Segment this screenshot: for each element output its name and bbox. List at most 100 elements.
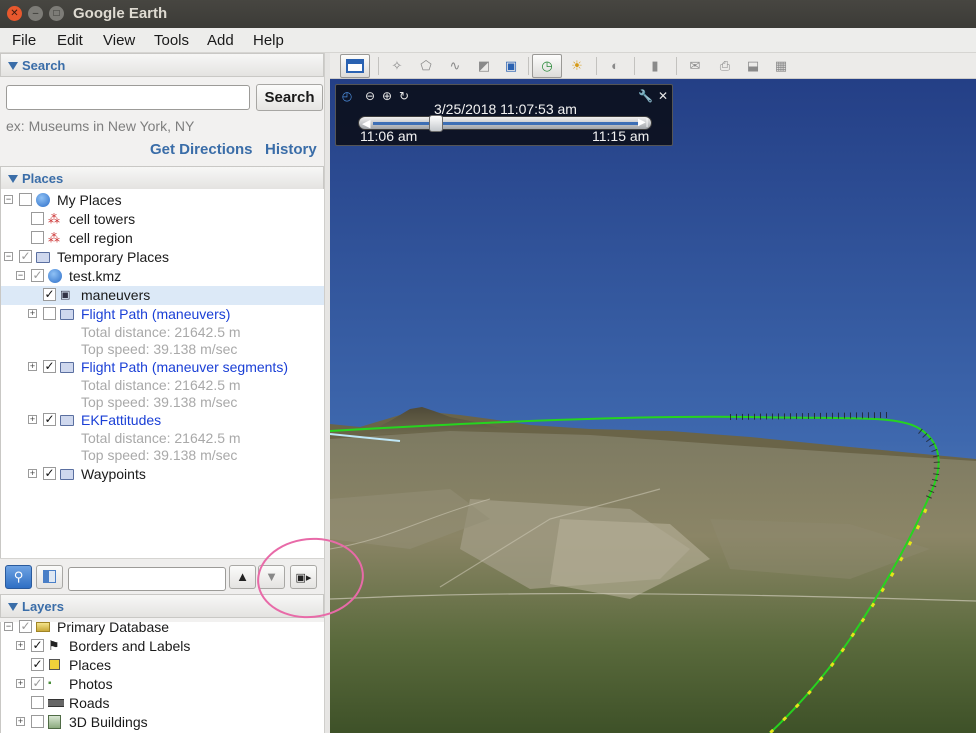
tree-item-waypoints[interactable]: + ✓ Waypoints <box>1 465 325 484</box>
range-end-handle[interactable]: ▶| <box>638 117 648 128</box>
tree-item-flight-path-maneuvers[interactable]: + Flight Path (maneuvers) <box>1 305 325 324</box>
switch-planet-button[interactable]: ◐ <box>600 54 630 78</box>
checkbox[interactable] <box>43 307 56 320</box>
layer-roads[interactable]: Roads <box>1 694 325 713</box>
add-polygon-button[interactable]: ⬠ <box>411 54 441 78</box>
search-places-button[interactable]: ⚲ <box>5 565 32 589</box>
time-slider-thumb[interactable] <box>429 115 444 132</box>
settings-wrench-icon[interactable]: 🔧 <box>638 89 653 103</box>
path-icon: ∿ <box>449 58 461 73</box>
expand-toggle[interactable]: + <box>28 469 37 478</box>
checkbox[interactable]: ✓ <box>43 413 56 426</box>
collapse-toggle[interactable]: − <box>16 271 25 280</box>
tree-item-ekf-attitudes[interactable]: + ✓ EKFattitudes <box>1 411 325 430</box>
tree-item-temporary-places[interactable]: − ✓ Temporary Places <box>1 248 325 267</box>
close-window-button[interactable]: ✕ <box>7 6 22 21</box>
tree-item-cell-towers[interactable]: ⁂ cell towers <box>1 210 325 229</box>
menu-tools[interactable]: Tools <box>154 32 189 49</box>
checkbox[interactable]: ✓ <box>19 250 32 263</box>
checkbox[interactable]: ✓ <box>31 658 44 671</box>
print-icon: ⎙ <box>719 58 731 73</box>
zoom-in-icon[interactable]: ⊕ <box>380 89 394 103</box>
email-button[interactable]: ✉ <box>680 54 710 78</box>
layer-3d-buildings[interactable]: + 3D Buildings <box>1 713 325 732</box>
collapse-toggle[interactable]: − <box>4 622 13 631</box>
maximize-window-button[interactable]: □ <box>49 6 64 21</box>
time-range-end: 11:15 am <box>592 128 650 144</box>
checkbox[interactable] <box>31 212 44 225</box>
get-directions-link[interactable]: Get Directions <box>150 141 253 158</box>
hide-sidebar-button[interactable] <box>340 54 370 78</box>
history-link[interactable]: History <box>265 141 317 158</box>
arrow-up-icon: ▲ <box>236 569 249 584</box>
move-down-button[interactable]: ▼ <box>258 565 285 589</box>
expand-toggle[interactable]: + <box>16 641 25 650</box>
search-hint: ex: Museums in New York, NY <box>6 118 195 134</box>
places-filter-input[interactable] <box>68 567 226 591</box>
menu-edit[interactable]: Edit <box>57 32 83 49</box>
sunlight-button[interactable]: ☀ <box>562 54 592 78</box>
tree-item-cell-region[interactable]: ⁂ cell region <box>1 229 325 248</box>
clock-icon[interactable]: ◴ <box>340 89 354 103</box>
expand-toggle[interactable]: + <box>28 309 37 318</box>
search-button[interactable]: Search <box>256 84 323 111</box>
expand-toggle[interactable]: + <box>16 679 25 688</box>
save-image-button[interactable]: ⬓ <box>738 54 768 78</box>
menu-view[interactable]: View <box>103 32 135 49</box>
checkbox[interactable]: ✓ <box>43 360 56 373</box>
print-button[interactable]: ⎙ <box>710 54 740 78</box>
view-in-maps-button[interactable]: ▦ <box>766 54 796 78</box>
layer-borders-labels[interactable]: + ✓ ⚑ Borders and Labels <box>1 637 325 656</box>
places-panel-title: Places <box>22 171 64 186</box>
checkbox[interactable] <box>31 715 44 728</box>
menu-help[interactable]: Help <box>253 32 284 49</box>
tree-item-maneuvers[interactable]: ✓ ▣ maneuvers <box>1 286 325 305</box>
search-input[interactable] <box>6 85 250 110</box>
animate-icon[interactable]: ↻ <box>397 89 411 103</box>
checkbox[interactable] <box>31 696 44 709</box>
checkbox[interactable] <box>19 193 32 206</box>
tree-item-label: EKFattitudes <box>81 412 162 428</box>
checkbox[interactable]: ✓ <box>43 467 56 480</box>
expand-toggle[interactable]: + <box>28 415 37 424</box>
checkbox[interactable]: ✓ <box>19 620 32 633</box>
checkbox[interactable]: ✓ <box>31 269 44 282</box>
tree-item-test-kmz[interactable]: − ✓ test.kmz <box>1 267 325 286</box>
checkbox[interactable]: ✓ <box>43 288 56 301</box>
expand-toggle[interactable]: + <box>28 362 37 371</box>
ruler-button[interactable]: ▮ <box>640 54 670 78</box>
record-tour-button[interactable]: ▣ <box>496 54 526 78</box>
tree-item-my-places[interactable]: − My Places <box>1 191 325 210</box>
add-placemark-button[interactable]: ✧ <box>382 54 412 78</box>
play-tour-button[interactable]: ▣▸ <box>290 565 317 589</box>
network-icon: ⁂ <box>48 212 60 226</box>
expand-toggle[interactable]: + <box>16 717 25 726</box>
historical-imagery-button[interactable]: ◷ <box>532 54 562 78</box>
collapse-toggle[interactable]: − <box>4 195 13 204</box>
layers-panel-header[interactable]: Layers <box>0 594 324 618</box>
add-image-overlay-button[interactable]: ◩ <box>469 54 499 78</box>
historical-imagery-icon: ◷ <box>541 58 553 73</box>
search-panel-header[interactable]: Search <box>0 53 324 77</box>
minimize-window-button[interactable]: – <box>28 6 43 21</box>
checkbox[interactable]: ✓ <box>31 677 44 690</box>
add-path-button[interactable]: ∿ <box>440 54 470 78</box>
show-sidebar-button[interactable] <box>36 565 63 589</box>
time-slider-panel: ◴ ⊖ ⊕ ↻ 🔧 ✕ 3/25/2018 11:07:53 am ◀ ▶| 1… <box>335 84 673 146</box>
menu-add[interactable]: Add <box>207 32 234 49</box>
collapse-toggle[interactable]: − <box>4 252 13 261</box>
move-up-button[interactable]: ▲ <box>229 565 256 589</box>
places-panel-header[interactable]: Places <box>0 166 324 190</box>
layer-label: Primary Database <box>57 619 170 635</box>
close-icon[interactable]: ✕ <box>656 89 670 103</box>
tree-item-flight-path-segments[interactable]: + ✓ Flight Path (maneuver segments) <box>1 358 325 377</box>
menu-file[interactable]: File <box>12 32 36 49</box>
zoom-out-icon[interactable]: ⊖ <box>363 89 377 103</box>
layer-photos[interactable]: + ✓ ▪ Photos <box>1 675 325 694</box>
earth-3d-view[interactable] <box>330 79 976 733</box>
checkbox[interactable]: ✓ <box>31 639 44 652</box>
layer-places[interactable]: ✓ Places <box>1 656 325 675</box>
item-top-speed: Top speed: 39.138 m/sec <box>81 341 238 357</box>
layer-primary-database[interactable]: − ✓ Primary Database <box>1 618 325 637</box>
checkbox[interactable] <box>31 231 44 244</box>
